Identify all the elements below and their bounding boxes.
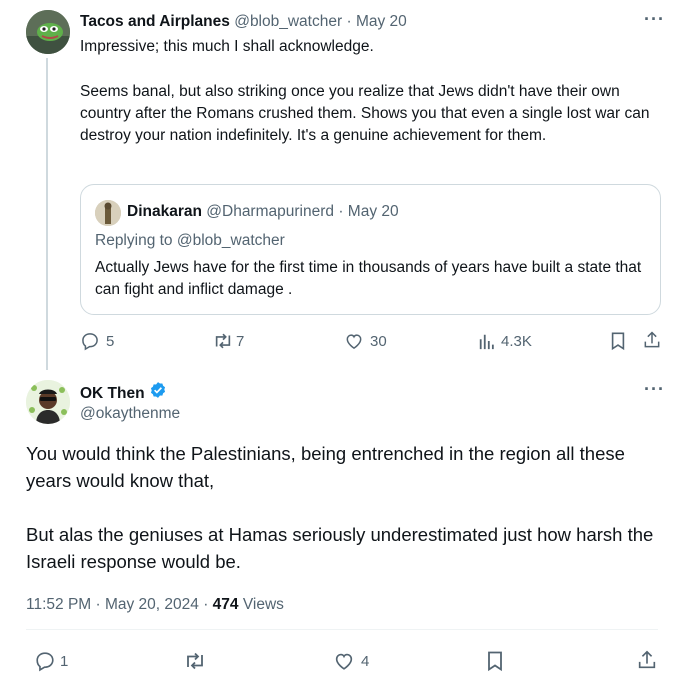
quote-header: Dinakaran @Dharmapurinerd · May 20 (127, 201, 399, 223)
bookmark-button[interactable] (485, 650, 505, 672)
repost-icon (212, 331, 234, 351)
quote-author-handle: @Dharmapurinerd (206, 203, 334, 220)
like-icon (344, 331, 364, 351)
author-handle[interactable]: @blob_watcher (234, 13, 342, 30)
like-icon (333, 650, 355, 672)
share-icon (642, 330, 662, 350)
quote-text: Actually Jews have for the first time in… (95, 259, 642, 298)
like-button[interactable]: 4 (333, 650, 369, 672)
like-count: 4 (361, 652, 370, 670)
bookmark-button[interactable] (609, 331, 627, 351)
views-count: 4.3K (501, 332, 532, 350)
thread-line (46, 58, 48, 370)
reply-button[interactable]: 5 (80, 331, 114, 351)
more-icon[interactable]: ··· (644, 380, 665, 398)
tweet-date[interactable]: May 20 (356, 13, 407, 30)
avatar-okthen[interactable] (26, 380, 70, 424)
repost-button[interactable] (183, 650, 207, 672)
divider (26, 629, 658, 630)
timestamp[interactable]: 11:52 PM · May 20, 2024 · (26, 596, 213, 613)
bookmark-icon (485, 650, 505, 672)
quote-author-name: Dinakaran (127, 203, 202, 220)
avatar-tacos[interactable] (26, 10, 70, 54)
like-count: 30 (370, 332, 387, 350)
bookmark-icon (609, 331, 627, 351)
reply-count: 1 (60, 652, 69, 670)
reply-count: 5 (106, 332, 115, 350)
tweet-2-para2: But alas the geniuses at Hamas seriously… (26, 524, 654, 572)
quoted-tweet[interactable]: Dinakaran @Dharmapurinerd · May 20 Reply… (80, 184, 661, 315)
quote-date: May 20 (347, 203, 399, 220)
avatar-dinakaran (95, 200, 121, 226)
tweet-1-header: Tacos and Airplanes @blob_watcher · May … (80, 11, 407, 33)
reply-icon (80, 331, 100, 351)
tweet-2-para1: You would think the Palestinians, being … (26, 443, 625, 491)
separator: · (346, 13, 352, 30)
share-button[interactable] (636, 649, 658, 671)
share-icon (636, 649, 658, 671)
like-button[interactable]: 30 (344, 331, 387, 351)
repost-button[interactable]: 7 (212, 331, 244, 351)
tweet-1-body: Seems banal, but also striking once you … (80, 83, 650, 144)
tweet-1-line1: Impressive; this much I shall acknowledg… (80, 38, 374, 55)
reply-icon (34, 650, 56, 672)
author-name[interactable]: Tacos and Airplanes (80, 13, 230, 30)
author-handle[interactable]: @okaythenme (80, 403, 180, 425)
views-button[interactable]: 4.3K (478, 331, 532, 351)
more-icon[interactable]: ··· (644, 10, 665, 28)
views-count[interactable]: 474 (213, 596, 239, 613)
repost-icon (183, 650, 207, 672)
views-label: Views (238, 596, 284, 613)
quote-separator: · (338, 203, 344, 220)
tweet-meta: 11:52 PM · May 20, 2024 · 474 Views (26, 594, 284, 616)
share-button[interactable] (642, 330, 662, 350)
replying-to: Replying to @blob_watcher (95, 232, 285, 249)
author-name[interactable]: OK Then (80, 383, 145, 405)
views-icon (478, 331, 496, 351)
repost-count: 7 (236, 332, 245, 350)
reply-button[interactable]: 1 (34, 650, 68, 672)
